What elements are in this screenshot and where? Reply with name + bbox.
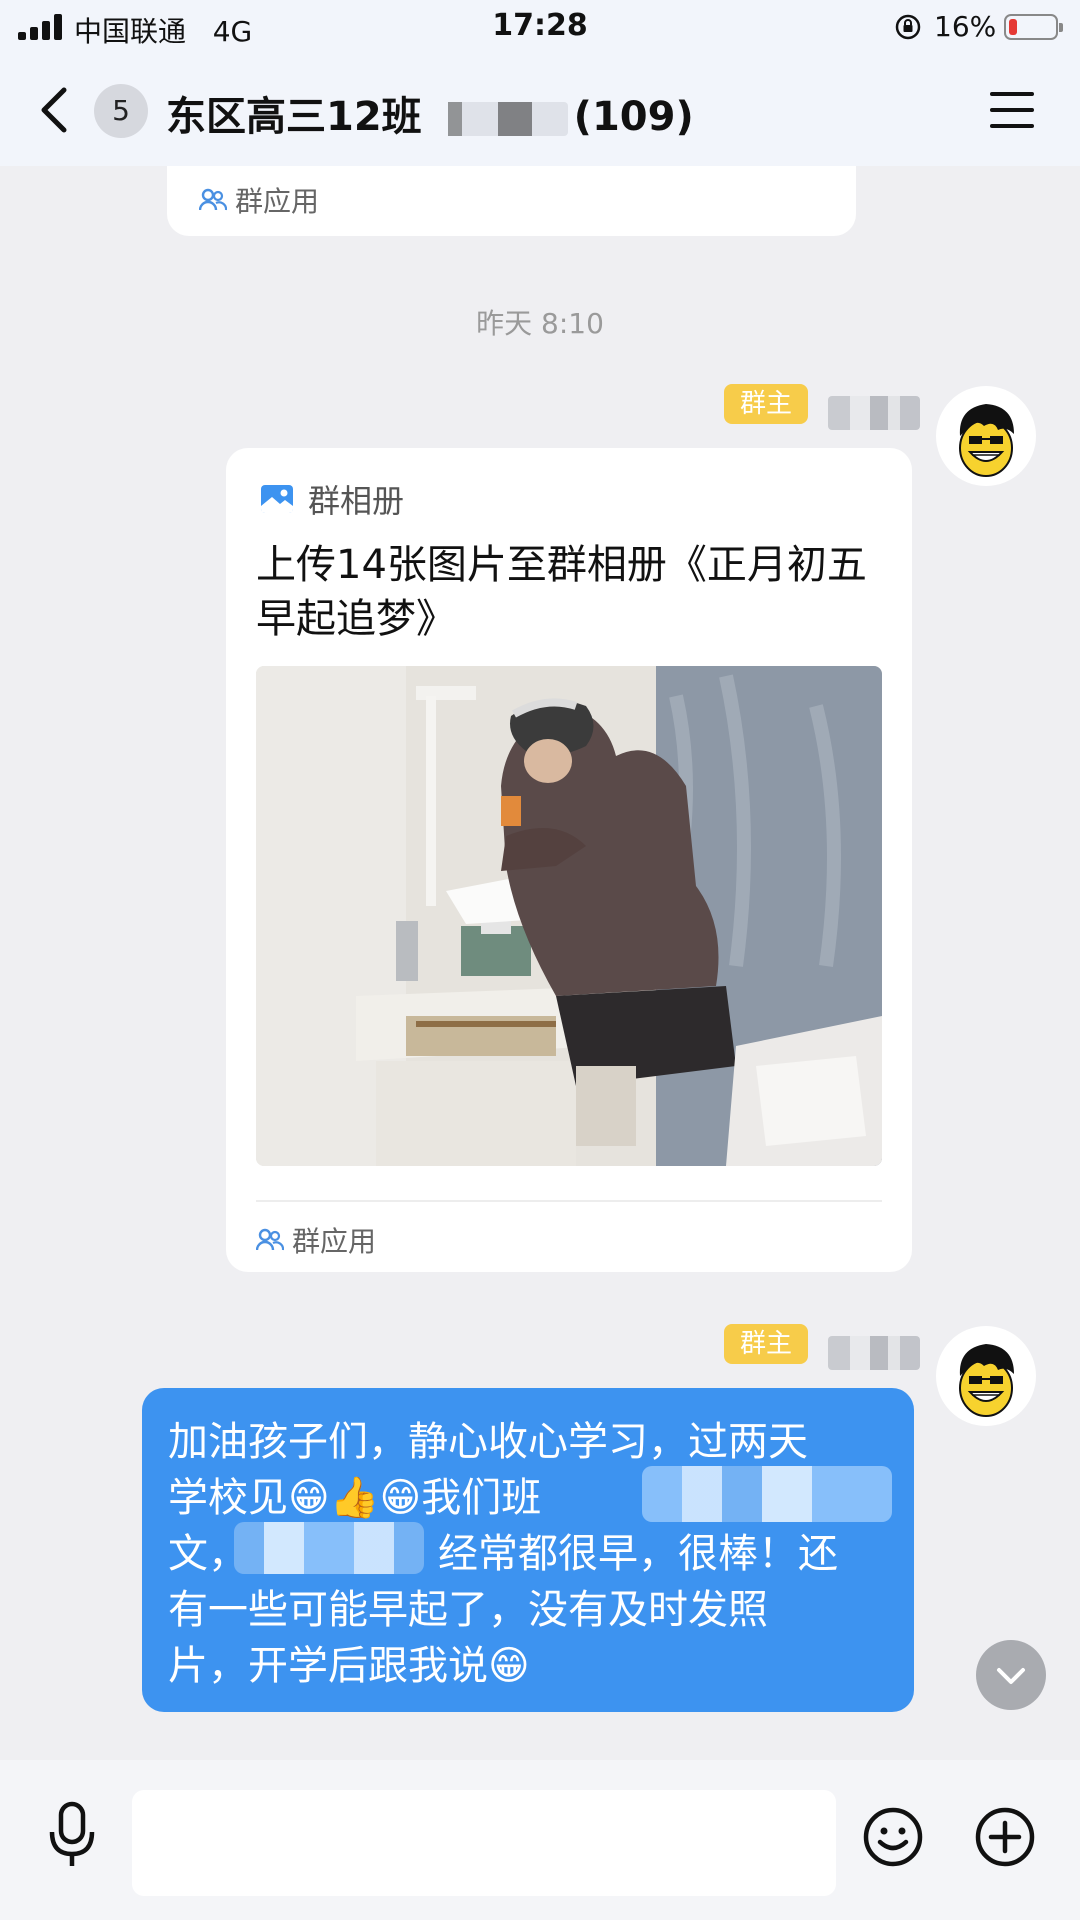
student-studying-photo: [256, 666, 882, 1166]
message-input[interactable]: [132, 1790, 836, 1896]
group-owner-badge: 群主: [724, 384, 808, 424]
message-timestamp: 昨天 8:10: [476, 307, 604, 340]
album-message-text: 上传14张图片至群相册《正月初五早起追梦》: [256, 542, 867, 642]
status-bar: 中国联通 4G 17:28 16%: [0, 0, 1080, 56]
card-divider: [256, 1200, 882, 1202]
album-photo[interactable]: [256, 666, 882, 1166]
avatar[interactable]: [936, 386, 1036, 486]
group-owner-badge: 群主: [724, 1324, 808, 1364]
battery-icon: [1004, 14, 1063, 40]
unread-count-badge[interactable]: 5: [94, 84, 148, 138]
chevron-down-icon: [997, 1668, 1025, 1684]
battery-percent: 16%: [934, 10, 997, 43]
group-app-row[interactable]: 群应用: [199, 180, 319, 220]
group-app-row[interactable]: 群应用: [256, 1220, 376, 1260]
message-line: 有一些可能早起了，没有及时发照: [168, 1587, 768, 1633]
chat-title[interactable]: 东区高三12班 (109): [166, 84, 694, 142]
album-message-card[interactable]: 群相册 上传14张图片至群相册《正月初五早起追梦》 群应用: [226, 448, 912, 1272]
redacted-sender-name: [828, 396, 920, 430]
album-icon: [261, 485, 293, 513]
emoji-icon[interactable]: [862, 1806, 924, 1868]
cartoon-avatar-icon: [959, 1344, 1014, 1417]
menu-icon[interactable]: [990, 92, 1034, 128]
input-bar: [0, 1760, 1080, 1920]
group-app-icon: [256, 1228, 284, 1251]
cartoon-avatar-icon: [959, 404, 1014, 477]
redacted-text-blur: [642, 1466, 892, 1522]
microphone-icon[interactable]: [44, 1800, 100, 1870]
back-arrow-icon[interactable]: [30, 80, 80, 140]
message-line: 片，开学后跟我说😁: [168, 1643, 530, 1689]
message-fragment: 经常都很早，很棒！还: [438, 1531, 838, 1577]
redacted-text-blur: [234, 1522, 424, 1574]
previous-message-card[interactable]: 群应用: [167, 166, 856, 236]
group-app-icon: [199, 188, 227, 211]
chat-member-count: (109): [573, 94, 694, 140]
chat-header: 5 东区高三12班 (109): [0, 56, 1080, 166]
redacted-sender-name: [828, 1336, 920, 1370]
group-app-label: 群应用: [235, 185, 320, 218]
scroll-to-bottom-button[interactable]: [976, 1640, 1046, 1710]
avatar[interactable]: [936, 1326, 1036, 1426]
group-app-label: 群应用: [292, 1225, 377, 1258]
chat-title-name: 东区高三12班: [166, 94, 422, 140]
plus-icon[interactable]: [974, 1806, 1036, 1868]
text-message-bubble[interactable]: 加油孩子们，静心收心学习，过两天 学校见😁👍😁我们班 文， 经常都很早，很棒！还 …: [142, 1388, 914, 1712]
album-source-label: 群相册: [308, 482, 405, 520]
rotation-lock-icon: [895, 14, 921, 40]
message-line: 加油孩子们，静心收心学习，过两天: [168, 1419, 808, 1465]
album-source: 群相册: [260, 476, 404, 522]
redacted-title-segment: [427, 102, 568, 136]
